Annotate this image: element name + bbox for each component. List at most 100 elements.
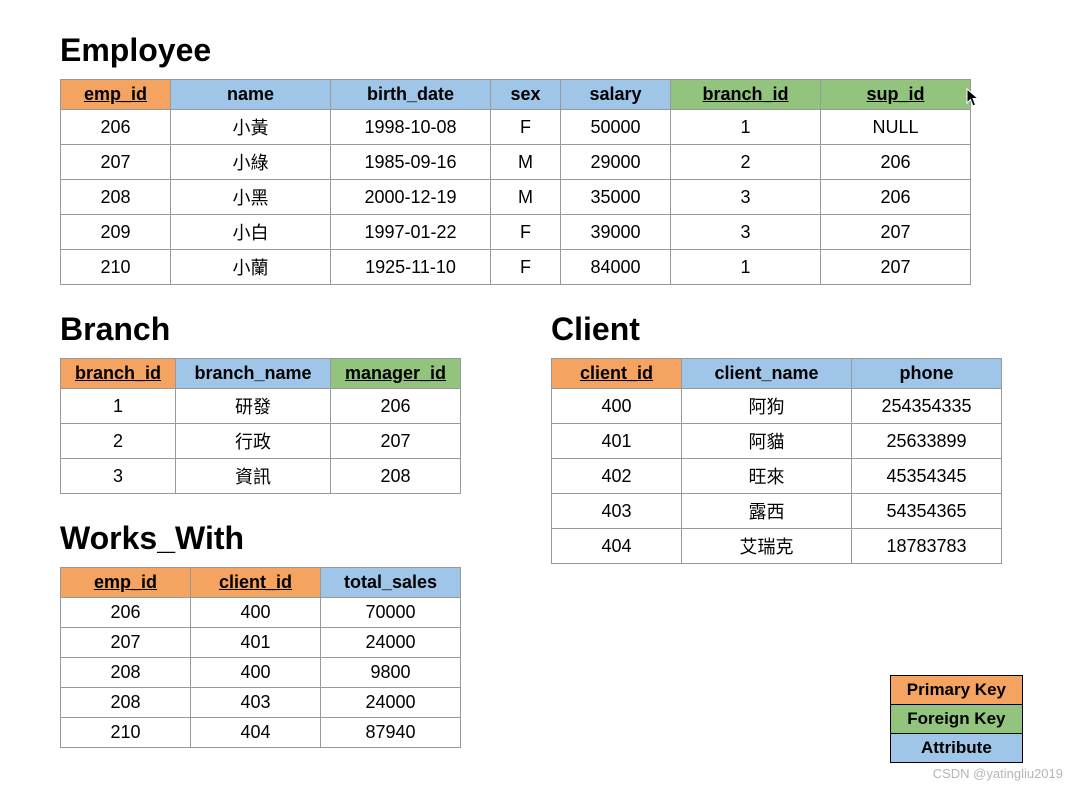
- client-title: Client: [551, 311, 1002, 348]
- cell: 2000-12-19: [331, 180, 491, 215]
- employee-header-row: emp_id name birth_date sex salary branch…: [61, 80, 971, 110]
- cell: 資訊: [176, 459, 331, 494]
- employee-title: Employee: [60, 32, 1023, 69]
- cell: 1: [61, 389, 176, 424]
- cell: 18783783: [852, 529, 1002, 564]
- cell: 404: [552, 529, 682, 564]
- col-client-id: client_id: [191, 568, 321, 598]
- client-table: client_id client_name phone 400 阿狗 25435…: [551, 358, 1002, 564]
- employee-table: emp_id name birth_date sex salary branch…: [60, 79, 971, 285]
- cell: 3: [671, 180, 821, 215]
- table-row: 206 小黃 1998-10-08 F 50000 1 NULL: [61, 110, 971, 145]
- col-birth-date: birth_date: [331, 80, 491, 110]
- col-manager-id: manager_id: [331, 359, 461, 389]
- col-client-id: client_id: [552, 359, 682, 389]
- cell: 207: [61, 628, 191, 658]
- cell: 207: [61, 145, 171, 180]
- table-row: 2 行政 207: [61, 424, 461, 459]
- table-row: 208 400 9800: [61, 658, 461, 688]
- branch-title: Branch: [60, 311, 461, 348]
- col-total-sales: total_sales: [321, 568, 461, 598]
- client-section: Client client_id client_name phone 400 阿…: [551, 303, 1002, 564]
- cell: 401: [191, 628, 321, 658]
- cell: 54354365: [852, 494, 1002, 529]
- table-row: 403 露西 54354365: [552, 494, 1002, 529]
- cell: M: [491, 180, 561, 215]
- cell: NULL: [821, 110, 971, 145]
- col-client-name: client_name: [682, 359, 852, 389]
- branch-section: Branch branch_id branch_name manager_id …: [60, 303, 461, 494]
- cell: 小綠: [171, 145, 331, 180]
- cell: 208: [331, 459, 461, 494]
- cell: 207: [821, 215, 971, 250]
- client-header-row: client_id client_name phone: [552, 359, 1002, 389]
- col-sex: sex: [491, 80, 561, 110]
- cell: 小蘭: [171, 250, 331, 285]
- cell: 1998-10-08: [331, 110, 491, 145]
- cell: 400: [552, 389, 682, 424]
- cell: 208: [61, 180, 171, 215]
- cell: 404: [191, 718, 321, 748]
- cell: 400: [191, 598, 321, 628]
- cell: 艾瑞克: [682, 529, 852, 564]
- cell: 209: [61, 215, 171, 250]
- col-branch-id: branch_id: [671, 80, 821, 110]
- cell: 旺來: [682, 459, 852, 494]
- col-emp-id: emp_id: [61, 568, 191, 598]
- watermark: CSDN @yatingliu2019: [933, 766, 1063, 781]
- cell: 208: [61, 688, 191, 718]
- cell: 3: [61, 459, 176, 494]
- works-with-section: Works_With emp_id client_id total_sales …: [60, 512, 461, 748]
- col-salary: salary: [561, 80, 671, 110]
- cell: 254354335: [852, 389, 1002, 424]
- cell: 9800: [321, 658, 461, 688]
- cell: 87940: [321, 718, 461, 748]
- cell: 208: [61, 658, 191, 688]
- col-emp-id: emp_id: [61, 80, 171, 110]
- cell: 25633899: [852, 424, 1002, 459]
- table-row: 208 小黑 2000-12-19 M 35000 3 206: [61, 180, 971, 215]
- col-phone: phone: [852, 359, 1002, 389]
- cell: 小白: [171, 215, 331, 250]
- works-with-title: Works_With: [60, 520, 461, 557]
- col-branch-id: branch_id: [61, 359, 176, 389]
- cell: 403: [552, 494, 682, 529]
- legend-attr: Attribute: [891, 734, 1022, 762]
- cell: 1: [671, 110, 821, 145]
- table-row: 400 阿狗 254354335: [552, 389, 1002, 424]
- cell: 研發: [176, 389, 331, 424]
- cell: 1997-01-22: [331, 215, 491, 250]
- cell: 207: [331, 424, 461, 459]
- cell: 行政: [176, 424, 331, 459]
- cell: 24000: [321, 628, 461, 658]
- cell: 小黃: [171, 110, 331, 145]
- works-with-table: emp_id client_id total_sales 206 400 700…: [60, 567, 461, 748]
- cell: 35000: [561, 180, 671, 215]
- col-branch-name: branch_name: [176, 359, 331, 389]
- branch-header-row: branch_id branch_name manager_id: [61, 359, 461, 389]
- col-name: name: [171, 80, 331, 110]
- table-row: 402 旺來 45354345: [552, 459, 1002, 494]
- table-row: 209 小白 1997-01-22 F 39000 3 207: [61, 215, 971, 250]
- cell: 210: [61, 250, 171, 285]
- cell: 露西: [682, 494, 852, 529]
- cell: 206: [61, 598, 191, 628]
- table-row: 404 艾瑞克 18783783: [552, 529, 1002, 564]
- cell: 206: [61, 110, 171, 145]
- cell: F: [491, 110, 561, 145]
- cell: 29000: [561, 145, 671, 180]
- cell: 45354345: [852, 459, 1002, 494]
- table-row: 3 資訊 208: [61, 459, 461, 494]
- cell: 39000: [561, 215, 671, 250]
- cell: 24000: [321, 688, 461, 718]
- table-row: 207 401 24000: [61, 628, 461, 658]
- cell: 84000: [561, 250, 671, 285]
- works-with-header-row: emp_id client_id total_sales: [61, 568, 461, 598]
- cell: 50000: [561, 110, 671, 145]
- cell: 206: [331, 389, 461, 424]
- legend: Primary Key Foreign Key Attribute: [890, 675, 1023, 763]
- col-sup-id: sup_id: [821, 80, 971, 110]
- cell: F: [491, 215, 561, 250]
- cell: 402: [552, 459, 682, 494]
- cell: 2: [61, 424, 176, 459]
